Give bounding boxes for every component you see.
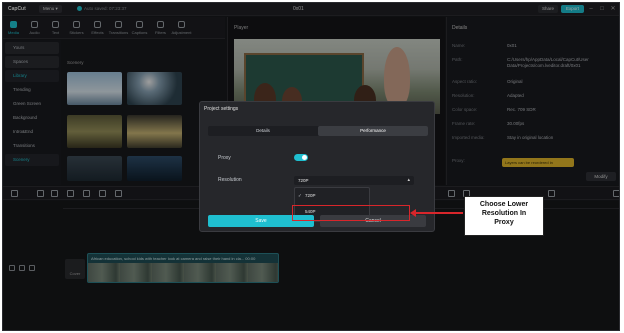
option-label: 720P	[305, 193, 316, 198]
annotation-highlight-box	[292, 205, 410, 221]
callout-line: Choose Lower	[479, 201, 529, 208]
annotation-callout: Choose Lower Resolution In Proxy	[464, 196, 544, 236]
callout-line: Proxy	[494, 219, 514, 226]
callout-line: Resolution In	[481, 210, 527, 217]
check-icon: ✓	[298, 193, 302, 198]
capcut-window: CapCut Menu ▾ Auto saved: 07:23:37 0x01 …	[2, 2, 620, 331]
chevron-up-icon: ▴	[407, 177, 410, 183]
proxy-toggle[interactable]	[294, 154, 308, 161]
annotation-arrow	[412, 212, 463, 214]
option-720p[interactable]: ✓ 720P	[295, 190, 369, 202]
resolution-label: Resolution	[218, 177, 242, 183]
dialog-title: Project settings	[204, 106, 239, 112]
tab-performance[interactable]: Performance	[318, 126, 428, 136]
tab-details[interactable]: Details	[208, 126, 318, 136]
proxy-label: Proxy	[218, 155, 231, 161]
arrow-left-icon	[410, 209, 416, 217]
resolution-select[interactable]: 720P ▴	[294, 176, 414, 185]
resolution-value: 720P	[298, 178, 309, 183]
dialog-tabs: Details Performance	[208, 126, 428, 136]
